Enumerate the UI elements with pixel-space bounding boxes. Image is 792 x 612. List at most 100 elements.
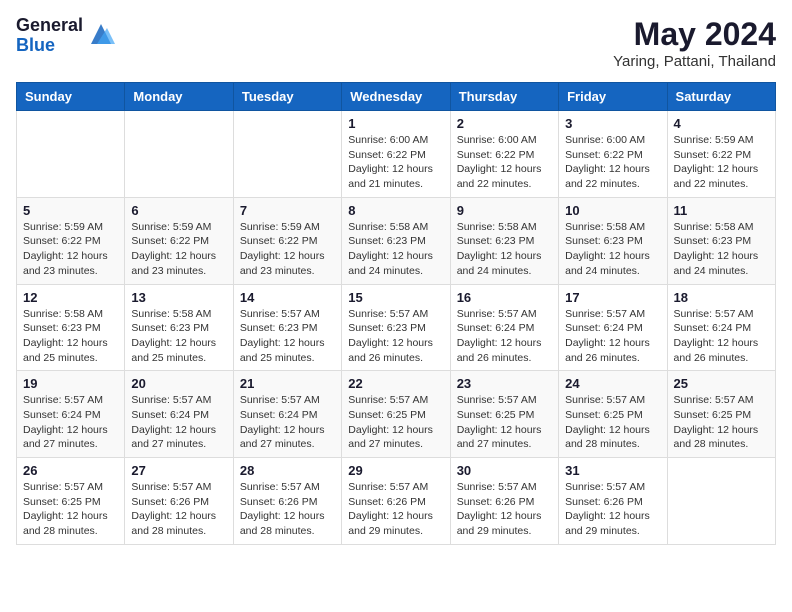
calendar-week-row: 1 Sunrise: 6:00 AM Sunset: 6:22 PM Daylig… bbox=[17, 111, 776, 198]
day-number: 3 bbox=[565, 116, 660, 131]
logo-general-text: General bbox=[16, 16, 83, 36]
day-info: Sunrise: 6:00 AM Sunset: 6:22 PM Dayligh… bbox=[457, 133, 552, 192]
day-info: Sunrise: 5:57 AM Sunset: 6:24 PM Dayligh… bbox=[131, 393, 226, 452]
day-number: 12 bbox=[23, 290, 118, 305]
calendar-cell: 26 Sunrise: 5:57 AM Sunset: 6:25 PM Dayli… bbox=[17, 458, 125, 545]
calendar-cell: 3 Sunrise: 6:00 AM Sunset: 6:22 PM Daylig… bbox=[559, 111, 667, 198]
weekday-header-friday: Friday bbox=[559, 83, 667, 111]
calendar-table: SundayMondayTuesdayWednesdayThursdayFrid… bbox=[16, 82, 776, 545]
calendar-cell: 6Sunrise: 5:59 AM Sunset: 6:22 PM Daylig… bbox=[125, 197, 233, 284]
page-header: General Blue May 2024 Yaring, Pattani, T… bbox=[16, 16, 776, 70]
day-info: Sunrise: 5:57 AM Sunset: 6:25 PM Dayligh… bbox=[348, 393, 443, 452]
day-info: Sunrise: 6:00 AM Sunset: 6:22 PM Dayligh… bbox=[348, 133, 443, 192]
calendar-cell: 31 Sunrise: 5:57 AM Sunset: 6:26 PM Dayli… bbox=[559, 458, 667, 545]
day-number: 5 bbox=[23, 203, 118, 218]
day-number: 26 bbox=[23, 463, 118, 478]
day-number: 14 bbox=[240, 290, 335, 305]
weekday-header-tuesday: Tuesday bbox=[233, 83, 341, 111]
day-number: 28 bbox=[240, 463, 335, 478]
day-info: Sunrise: 5:57 AM Sunset: 6:24 PM Dayligh… bbox=[240, 393, 335, 452]
day-number: 2 bbox=[457, 116, 552, 131]
calendar-cell: 30 Sunrise: 5:57 AM Sunset: 6:26 PM Dayli… bbox=[450, 458, 558, 545]
calendar-header-row: SundayMondayTuesdayWednesdayThursdayFrid… bbox=[17, 83, 776, 111]
logo-blue-text: Blue bbox=[16, 36, 83, 56]
day-info: Sunrise: 5:57 AM Sunset: 6:25 PM Dayligh… bbox=[674, 393, 769, 452]
day-number: 20 bbox=[131, 376, 226, 391]
calendar-cell: 12 Sunrise: 5:58 AM Sunset: 6:23 PM Dayli… bbox=[17, 284, 125, 371]
day-number: 19 bbox=[23, 376, 118, 391]
day-info: Sunrise: 5:58 AM Sunset: 6:23 PM Dayligh… bbox=[674, 220, 769, 279]
day-info: Sunrise: 5:57 AM Sunset: 6:23 PM Dayligh… bbox=[348, 307, 443, 366]
day-number: 11 bbox=[674, 203, 769, 218]
day-info: Sunrise: 5:57 AM Sunset: 6:26 PM Dayligh… bbox=[348, 480, 443, 539]
logo: General Blue bbox=[16, 16, 115, 56]
location-subtitle: Yaring, Pattani, Thailand bbox=[613, 53, 776, 70]
day-info: Sunrise: 5:57 AM Sunset: 6:26 PM Dayligh… bbox=[131, 480, 226, 539]
calendar-cell: 21Sunrise: 5:57 AM Sunset: 6:24 PM Dayli… bbox=[233, 371, 341, 458]
calendar-cell: 15Sunrise: 5:57 AM Sunset: 6:23 PM Dayli… bbox=[342, 284, 450, 371]
calendar-week-row: 26 Sunrise: 5:57 AM Sunset: 6:25 PM Dayli… bbox=[17, 458, 776, 545]
day-number: 27 bbox=[131, 463, 226, 478]
day-info: Sunrise: 5:57 AM Sunset: 6:24 PM Dayligh… bbox=[565, 307, 660, 366]
calendar-cell: 20 Sunrise: 5:57 AM Sunset: 6:24 PM Dayli… bbox=[125, 371, 233, 458]
calendar-week-row: 5 Sunrise: 5:59 AM Sunset: 6:22 PM Daylig… bbox=[17, 197, 776, 284]
day-number: 30 bbox=[457, 463, 552, 478]
calendar-cell: 24Sunrise: 5:57 AM Sunset: 6:25 PM Dayli… bbox=[559, 371, 667, 458]
calendar-cell: 22 Sunrise: 5:57 AM Sunset: 6:25 PM Dayli… bbox=[342, 371, 450, 458]
day-number: 18 bbox=[674, 290, 769, 305]
title-section: May 2024 Yaring, Pattani, Thailand bbox=[613, 16, 776, 70]
calendar-cell: 9Sunrise: 5:58 AM Sunset: 6:23 PM Daylig… bbox=[450, 197, 558, 284]
day-info: Sunrise: 5:59 AM Sunset: 6:22 PM Dayligh… bbox=[674, 133, 769, 192]
calendar-cell: 29 Sunrise: 5:57 AM Sunset: 6:26 PM Dayli… bbox=[342, 458, 450, 545]
calendar-cell: 27 Sunrise: 5:57 AM Sunset: 6:26 PM Dayli… bbox=[125, 458, 233, 545]
day-info: Sunrise: 5:57 AM Sunset: 6:24 PM Dayligh… bbox=[457, 307, 552, 366]
calendar-cell: 14Sunrise: 5:57 AM Sunset: 6:23 PM Dayli… bbox=[233, 284, 341, 371]
day-number: 24 bbox=[565, 376, 660, 391]
calendar-cell: 1 Sunrise: 6:00 AM Sunset: 6:22 PM Daylig… bbox=[342, 111, 450, 198]
calendar-cell: 17 Sunrise: 5:57 AM Sunset: 6:24 PM Dayli… bbox=[559, 284, 667, 371]
day-info: Sunrise: 5:57 AM Sunset: 6:25 PM Dayligh… bbox=[23, 480, 118, 539]
day-number: 7 bbox=[240, 203, 335, 218]
day-number: 4 bbox=[674, 116, 769, 131]
day-info: Sunrise: 5:59 AM Sunset: 6:22 PM Dayligh… bbox=[23, 220, 118, 279]
day-number: 8 bbox=[348, 203, 443, 218]
day-info: Sunrise: 5:57 AM Sunset: 6:26 PM Dayligh… bbox=[565, 480, 660, 539]
calendar-cell: 2 Sunrise: 6:00 AM Sunset: 6:22 PM Daylig… bbox=[450, 111, 558, 198]
day-number: 17 bbox=[565, 290, 660, 305]
calendar-cell bbox=[17, 111, 125, 198]
weekday-header-sunday: Sunday bbox=[17, 83, 125, 111]
weekday-header-monday: Monday bbox=[125, 83, 233, 111]
day-number: 10 bbox=[565, 203, 660, 218]
calendar-cell: 11 Sunrise: 5:58 AM Sunset: 6:23 PM Dayli… bbox=[667, 197, 775, 284]
calendar-cell: 5 Sunrise: 5:59 AM Sunset: 6:22 PM Daylig… bbox=[17, 197, 125, 284]
day-number: 25 bbox=[674, 376, 769, 391]
calendar-cell bbox=[125, 111, 233, 198]
day-number: 31 bbox=[565, 463, 660, 478]
day-number: 22 bbox=[348, 376, 443, 391]
day-info: Sunrise: 5:57 AM Sunset: 6:26 PM Dayligh… bbox=[457, 480, 552, 539]
weekday-header-wednesday: Wednesday bbox=[342, 83, 450, 111]
day-info: Sunrise: 5:57 AM Sunset: 6:25 PM Dayligh… bbox=[457, 393, 552, 452]
day-number: 6 bbox=[131, 203, 226, 218]
calendar-cell: 18Sunrise: 5:57 AM Sunset: 6:24 PM Dayli… bbox=[667, 284, 775, 371]
day-info: Sunrise: 6:00 AM Sunset: 6:22 PM Dayligh… bbox=[565, 133, 660, 192]
calendar-cell: 25 Sunrise: 5:57 AM Sunset: 6:25 PM Dayli… bbox=[667, 371, 775, 458]
calendar-cell: 4 Sunrise: 5:59 AM Sunset: 6:22 PM Daylig… bbox=[667, 111, 775, 198]
day-number: 1 bbox=[348, 116, 443, 131]
calendar-cell: 7Sunrise: 5:59 AM Sunset: 6:22 PM Daylig… bbox=[233, 197, 341, 284]
day-number: 16 bbox=[457, 290, 552, 305]
calendar-week-row: 12 Sunrise: 5:58 AM Sunset: 6:23 PM Dayli… bbox=[17, 284, 776, 371]
weekday-header-thursday: Thursday bbox=[450, 83, 558, 111]
day-info: Sunrise: 5:57 AM Sunset: 6:24 PM Dayligh… bbox=[23, 393, 118, 452]
calendar-cell bbox=[667, 458, 775, 545]
day-info: Sunrise: 5:58 AM Sunset: 6:23 PM Dayligh… bbox=[23, 307, 118, 366]
day-number: 23 bbox=[457, 376, 552, 391]
day-number: 9 bbox=[457, 203, 552, 218]
calendar-week-row: 19 Sunrise: 5:57 AM Sunset: 6:24 PM Dayli… bbox=[17, 371, 776, 458]
calendar-cell bbox=[233, 111, 341, 198]
logo-icon bbox=[87, 20, 115, 48]
day-info: Sunrise: 5:58 AM Sunset: 6:23 PM Dayligh… bbox=[131, 307, 226, 366]
day-number: 29 bbox=[348, 463, 443, 478]
day-number: 13 bbox=[131, 290, 226, 305]
month-year-title: May 2024 bbox=[613, 16, 776, 53]
